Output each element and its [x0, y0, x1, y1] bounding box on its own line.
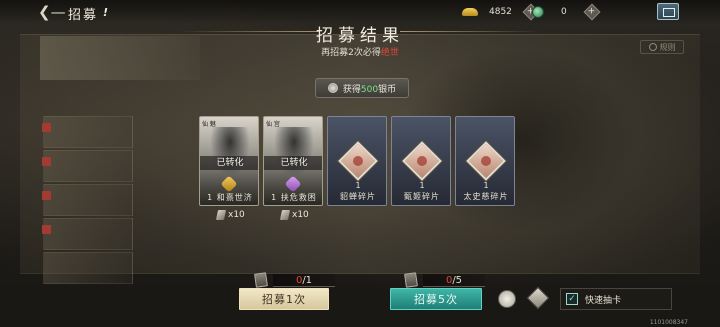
back-arrow-icon[interactable]: ❮—	[38, 4, 66, 20]
rarity-gem-icon	[220, 175, 238, 193]
recruit-five-button[interactable]: 招募5次	[390, 288, 482, 310]
red-dot-icon	[42, 123, 51, 132]
currency-gold: 4852 +	[462, 3, 540, 21]
recruit-five-counter: 0/5	[404, 272, 485, 288]
rules-button[interactable]: 规则	[640, 40, 684, 54]
build-id: 1101008347	[649, 319, 688, 326]
subtitle-highlight: 绝世	[380, 48, 399, 58]
currency-jade: 0 +	[532, 3, 601, 21]
fast-draw-label: 快速抽卡	[585, 295, 622, 306]
red-dot-icon	[42, 191, 51, 200]
gain-badge: 获得500银币	[315, 78, 409, 98]
card-name: 1 扶危救困	[271, 193, 317, 202]
fragment-count: 1	[419, 181, 425, 190]
result-title: 招募结果	[316, 26, 404, 46]
clock-icon	[648, 43, 657, 51]
gold-ingot-icon	[462, 8, 478, 16]
converted-label: 已转化	[200, 156, 258, 170]
add-jade-button[interactable]: +	[583, 3, 601, 21]
jade-amount: 0	[561, 7, 567, 17]
side-list-item	[43, 252, 133, 284]
info-icon[interactable]: !	[103, 6, 108, 19]
fragment-count: 1	[355, 181, 361, 190]
side-list-item	[42, 184, 133, 216]
result-card-hero[interactable]: 仙 宫 已转化 1 扶危救困	[263, 116, 323, 206]
result-card-fragment[interactable]: 1 太史慈碎片	[455, 116, 515, 206]
side-list-item	[42, 218, 133, 250]
result-card-fragment[interactable]: 1 貂蝉碎片	[327, 116, 387, 206]
gold-amount: 4852	[489, 7, 512, 17]
token-multiplier: x10	[215, 210, 245, 220]
token-multiplier: x10	[279, 210, 309, 220]
result-card-hero[interactable]: 仙 魅 已转化 1 和熹世济	[199, 116, 259, 206]
ticket-icon	[404, 272, 418, 288]
fragment-count: 1	[483, 181, 489, 190]
card-name: 1 和熹世济	[207, 193, 253, 202]
mail-icon[interactable]	[657, 3, 679, 20]
reset-icon[interactable]	[498, 290, 516, 308]
result-card-fragment[interactable]: 1 甄姬碎片	[391, 116, 451, 206]
recruit-once-button[interactable]: 招募1次	[239, 288, 329, 310]
fast-draw-toggle[interactable]: ✓ 快速抽卡	[560, 288, 672, 310]
red-dot-icon	[42, 225, 51, 234]
side-list-item	[42, 116, 133, 148]
token-icon	[215, 210, 227, 220]
fragment-icon	[466, 141, 506, 181]
red-dot-icon	[42, 157, 51, 166]
fast-draw-checkbox[interactable]: ✓	[566, 293, 578, 305]
token-icon	[279, 210, 291, 220]
side-list-item	[42, 150, 133, 182]
result-subtitle: 再招募2次必得绝世	[321, 48, 399, 58]
recruit-once-counter: 0/1	[254, 272, 335, 288]
jade-icon	[532, 6, 544, 18]
fragment-icon	[402, 141, 442, 181]
rarity-gem-icon	[284, 175, 302, 193]
fragment-name: 太史慈碎片	[463, 192, 509, 201]
fragment-name: 甄姬碎片	[404, 192, 440, 201]
fragment-name: 貂蝉碎片	[340, 192, 376, 201]
fragment-icon	[338, 141, 378, 181]
silver-coin-icon	[327, 83, 338, 93]
converted-label: 已转化	[264, 156, 322, 170]
ticket-icon	[254, 272, 268, 288]
